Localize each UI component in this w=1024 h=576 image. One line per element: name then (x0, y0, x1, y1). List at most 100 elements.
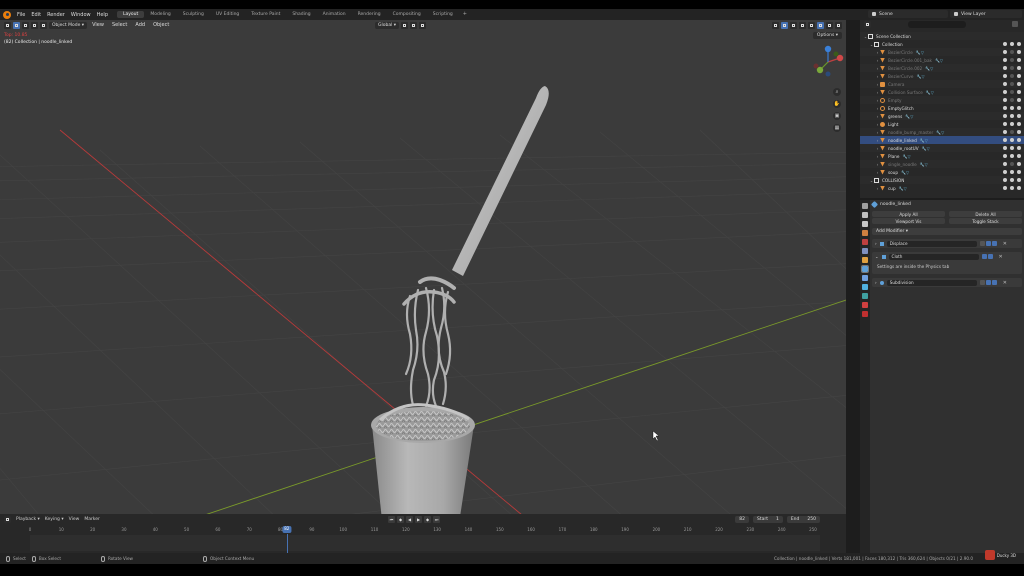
tab-layout[interactable]: Layout (117, 11, 145, 18)
pivot-icon[interactable] (401, 22, 409, 29)
viewport-scene[interactable] (0, 20, 846, 514)
viewport-toggle-icon[interactable] (981, 254, 987, 259)
modifier-name-field[interactable]: Displace (886, 240, 977, 247)
restrict-select-icon[interactable] (1003, 106, 1007, 110)
outliner-row[interactable]: › Camera (860, 80, 1024, 88)
tool-tab-icon[interactable] (862, 203, 868, 209)
restrict-select-icon[interactable] (1003, 146, 1007, 150)
noodle-cup[interactable] (371, 403, 475, 514)
viewport-vis-button[interactable]: Viewport Vis (872, 218, 945, 224)
outliner-filter-icon[interactable] (1012, 21, 1018, 27)
outliner-row[interactable]: ⌄ COLLISION (860, 176, 1024, 184)
timeline-editor-type-icon[interactable] (4, 516, 11, 523)
eye-icon[interactable] (1010, 58, 1014, 62)
restrict-select-icon[interactable] (1003, 178, 1007, 182)
camera-render-icon[interactable] (1017, 66, 1021, 70)
camera-render-icon[interactable] (1017, 170, 1021, 174)
edit-mode-toggle-icon[interactable] (979, 280, 985, 285)
apply-all-button[interactable]: Apply All (872, 211, 945, 217)
menu-edit[interactable]: Edit (28, 12, 44, 18)
eye-icon[interactable] (1010, 82, 1014, 86)
tab-scripting[interactable]: Scripting (427, 11, 459, 18)
perspective-toggle-icon[interactable]: ▦ (833, 124, 841, 132)
toggle-stack-button[interactable]: Toggle Stack (949, 218, 1022, 224)
remove-modifier-icon[interactable]: ✕ (1000, 241, 1010, 247)
outliner-row[interactable]: › noodle_linked 🔧▽ (860, 136, 1024, 144)
outliner-row[interactable]: ⌄ Scene Collection (860, 32, 1024, 40)
restrict-select-icon[interactable] (1003, 98, 1007, 102)
restrict-select-icon[interactable] (1003, 114, 1007, 118)
tab-rendering[interactable]: Rendering (352, 11, 387, 18)
camera-render-icon[interactable] (1017, 178, 1021, 182)
eye-icon[interactable] (1010, 154, 1014, 158)
expand-arrow-icon[interactable]: › (875, 90, 880, 95)
outliner-row[interactable]: › Light (860, 120, 1024, 128)
modifier-data-icon[interactable]: 🔧▽ (920, 162, 928, 167)
jump-start-icon[interactable]: ⏮ (388, 516, 395, 523)
world-tab-icon[interactable] (862, 248, 868, 254)
output-tab-icon[interactable] (862, 221, 868, 227)
play-reverse-icon[interactable]: ◀ (406, 516, 413, 523)
edit-mode-toggle-icon[interactable] (979, 241, 985, 246)
modifier-name-field[interactable]: Cloth (888, 253, 979, 260)
eye-icon[interactable] (1010, 146, 1014, 150)
object-tab-icon[interactable] (862, 257, 868, 263)
outliner-row[interactable]: › EmptyGlitch (860, 104, 1024, 112)
render-tab-icon[interactable] (862, 212, 868, 218)
render-toggle-icon[interactable] (987, 254, 993, 259)
eye-icon[interactable] (1010, 170, 1014, 174)
camera-render-icon[interactable] (1017, 98, 1021, 102)
render-toggle-icon[interactable] (991, 280, 997, 285)
modifier-data-icon[interactable]: 🔧▽ (920, 138, 928, 143)
viewport-toggle-icon[interactable] (985, 241, 991, 246)
camera-render-icon[interactable] (1017, 42, 1021, 46)
expand-arrow-icon[interactable]: › (875, 162, 880, 167)
restrict-select-icon[interactable] (1003, 66, 1007, 70)
start-frame-field[interactable]: Start 1 (752, 516, 783, 523)
timeline-track[interactable] (30, 535, 820, 554)
modifier-data-icon[interactable]: 🔧▽ (936, 130, 944, 135)
restrict-select-icon[interactable] (1003, 186, 1007, 190)
modifier-name-field[interactable]: Subdivision (886, 279, 977, 286)
outliner-search-input[interactable] (908, 21, 966, 28)
modifier-header[interactable]: ⌄ Cloth ✕ (872, 252, 1022, 261)
playback-menu[interactable]: Playback ▾ (16, 517, 40, 522)
gizmo-toggle-icon[interactable] (781, 22, 788, 29)
modifier-data-icon[interactable]: 🔧▽ (926, 90, 934, 95)
eye-icon[interactable] (1010, 114, 1014, 118)
eye-icon[interactable] (1010, 162, 1014, 166)
navigation-gizmo[interactable] (810, 44, 846, 80)
outliner[interactable]: ⌄ Scene Collection ⌄ Collection › BezierCircl… (860, 20, 1024, 198)
pan-hand-icon[interactable]: ✋ (833, 100, 841, 108)
expand-arrow-icon[interactable]: › (875, 170, 880, 175)
solid-shading-icon[interactable] (817, 22, 824, 29)
tab-uv-editing[interactable]: UV Editing (210, 11, 245, 18)
viewport-menu-select[interactable]: Select (109, 22, 130, 28)
restrict-select-icon[interactable] (1003, 122, 1007, 126)
add-modifier-dropdown[interactable]: Add Modifier ▾ (872, 228, 1022, 235)
modifier-data-icon[interactable]: 🔧▽ (935, 58, 943, 63)
modifier-data-icon[interactable]: 🔧▽ (922, 146, 930, 151)
camera-render-icon[interactable] (1017, 138, 1021, 142)
outliner-row[interactable]: › BezierCircle 🔧▽ (860, 48, 1024, 56)
overlay-toggle-icon[interactable] (790, 22, 797, 29)
scene-selector[interactable]: Scene (868, 10, 948, 18)
modifier-data-icon[interactable]: 🔧▽ (925, 66, 933, 71)
expand-arrow-icon[interactable]: › (875, 186, 880, 191)
tab-sculpting[interactable]: Sculpting (177, 11, 210, 18)
timeline-view-menu[interactable]: View (69, 517, 80, 522)
camera-render-icon[interactable] (1017, 74, 1021, 78)
expand-arrow-icon[interactable]: › (875, 138, 880, 143)
menu-help[interactable]: Help (94, 12, 111, 18)
modifier-data-icon[interactable]: 🔧▽ (899, 186, 907, 191)
viewport-menu-object[interactable]: Object (150, 22, 172, 28)
camera-view-icon[interactable]: ▣ (833, 112, 841, 120)
expand-arrow-icon[interactable]: › (875, 146, 880, 151)
restrict-select-icon[interactable] (1003, 74, 1007, 78)
playhead[interactable] (286, 534, 288, 553)
camera-render-icon[interactable] (1017, 146, 1021, 150)
outliner-row[interactable]: › greens 🔧▽ (860, 112, 1024, 120)
visibility-icon[interactable] (772, 22, 779, 29)
camera-render-icon[interactable] (1017, 130, 1021, 134)
restrict-select-icon[interactable] (1003, 154, 1007, 158)
